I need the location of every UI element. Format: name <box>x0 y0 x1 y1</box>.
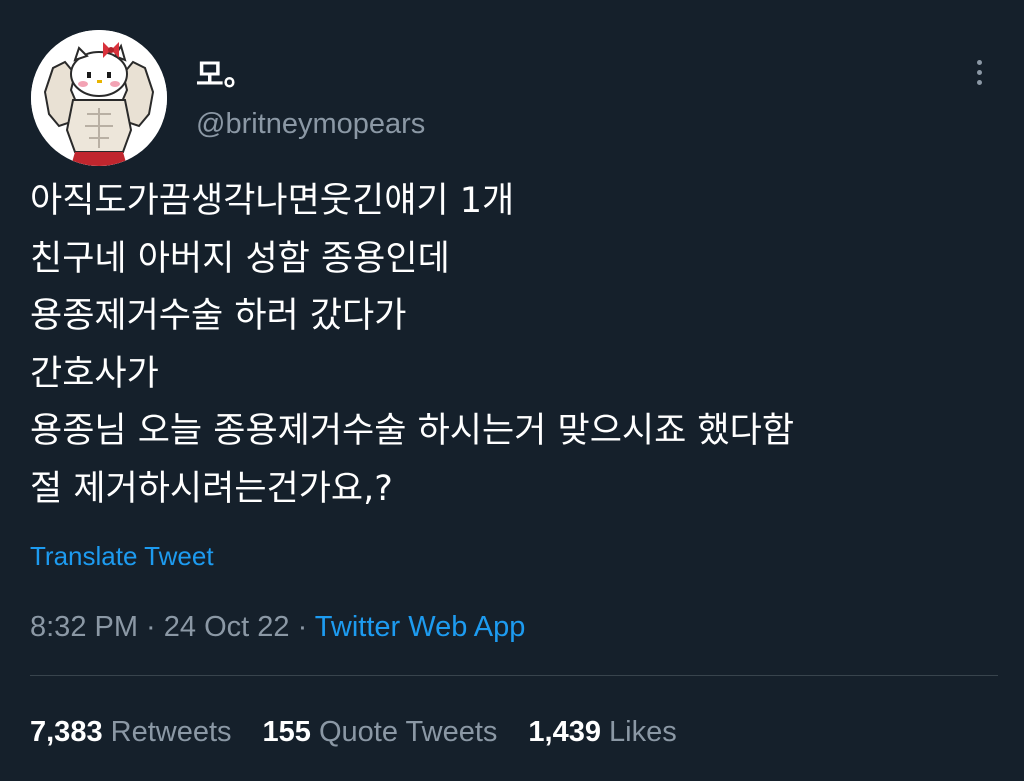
tweet-source-link[interactable]: Twitter Web App <box>315 611 526 643</box>
more-vertical-icon-dot <box>976 69 982 75</box>
more-options-button[interactable] <box>962 52 996 92</box>
tweet-detail: 모。 @britneymopears 아직도가끔생각나면웃긴얘기 1개 친구네 … <box>0 0 1024 781</box>
avatar-image <box>31 30 167 166</box>
quote-tweets-label: Quote Tweets <box>318 716 498 748</box>
tweet-time[interactable]: 8:32 PM <box>30 611 138 643</box>
user-handle[interactable]: @britneymopears <box>196 106 425 142</box>
tweet-metadata: 8:32 PM · 24 Oct 22 · Twitter Web App <box>30 609 525 645</box>
retweets-stat[interactable]: 7,383 Retweets <box>30 714 232 750</box>
tweet-text-line: 간호사가 <box>30 353 159 394</box>
more-vertical-icon <box>976 59 982 65</box>
tweet-text-line: 친구네 아버지 성함 종용인데 <box>30 238 450 279</box>
meta-separator: · <box>138 611 164 643</box>
likes-count: 1,439 <box>528 716 601 748</box>
engagement-stats: 7,383 Retweets 155 Quote Tweets 1,439 Li… <box>30 714 677 750</box>
retweets-label: Retweets <box>110 716 232 748</box>
tweet-text: 아직도가끔생각나면웃긴얘기 1개 친구네 아버지 성함 종용인데 용종제거수술 … <box>30 173 990 519</box>
tweet-text-line: 아직도가끔생각나면웃긴얘기 1개 <box>30 181 515 221</box>
tweet-text-line: 용종님 오늘 종용제거수술 하시는거 맞으시죠 했다함 <box>30 411 795 452</box>
likes-stat[interactable]: 1,439 Likes <box>528 714 676 750</box>
retweets-count: 7,383 <box>30 716 103 748</box>
display-name[interactable]: 모。 <box>196 58 254 94</box>
tweet-text-line: 절 제거하시려는건가요,? <box>30 468 393 509</box>
more-vertical-icon-dot <box>976 79 982 85</box>
meta-separator: · <box>289 611 315 643</box>
translate-tweet-link[interactable]: Translate Tweet <box>30 539 214 573</box>
quote-tweets-stat[interactable]: 155 Quote Tweets <box>263 714 498 750</box>
likes-label: Likes <box>609 716 677 748</box>
tweet-date[interactable]: 24 Oct 22 <box>164 611 290 643</box>
divider <box>30 675 998 676</box>
avatar[interactable] <box>31 30 167 166</box>
tweet-text-line: 용종제거수술 하러 갔다가 <box>30 296 407 337</box>
quote-tweets-count: 155 <box>262 716 311 748</box>
